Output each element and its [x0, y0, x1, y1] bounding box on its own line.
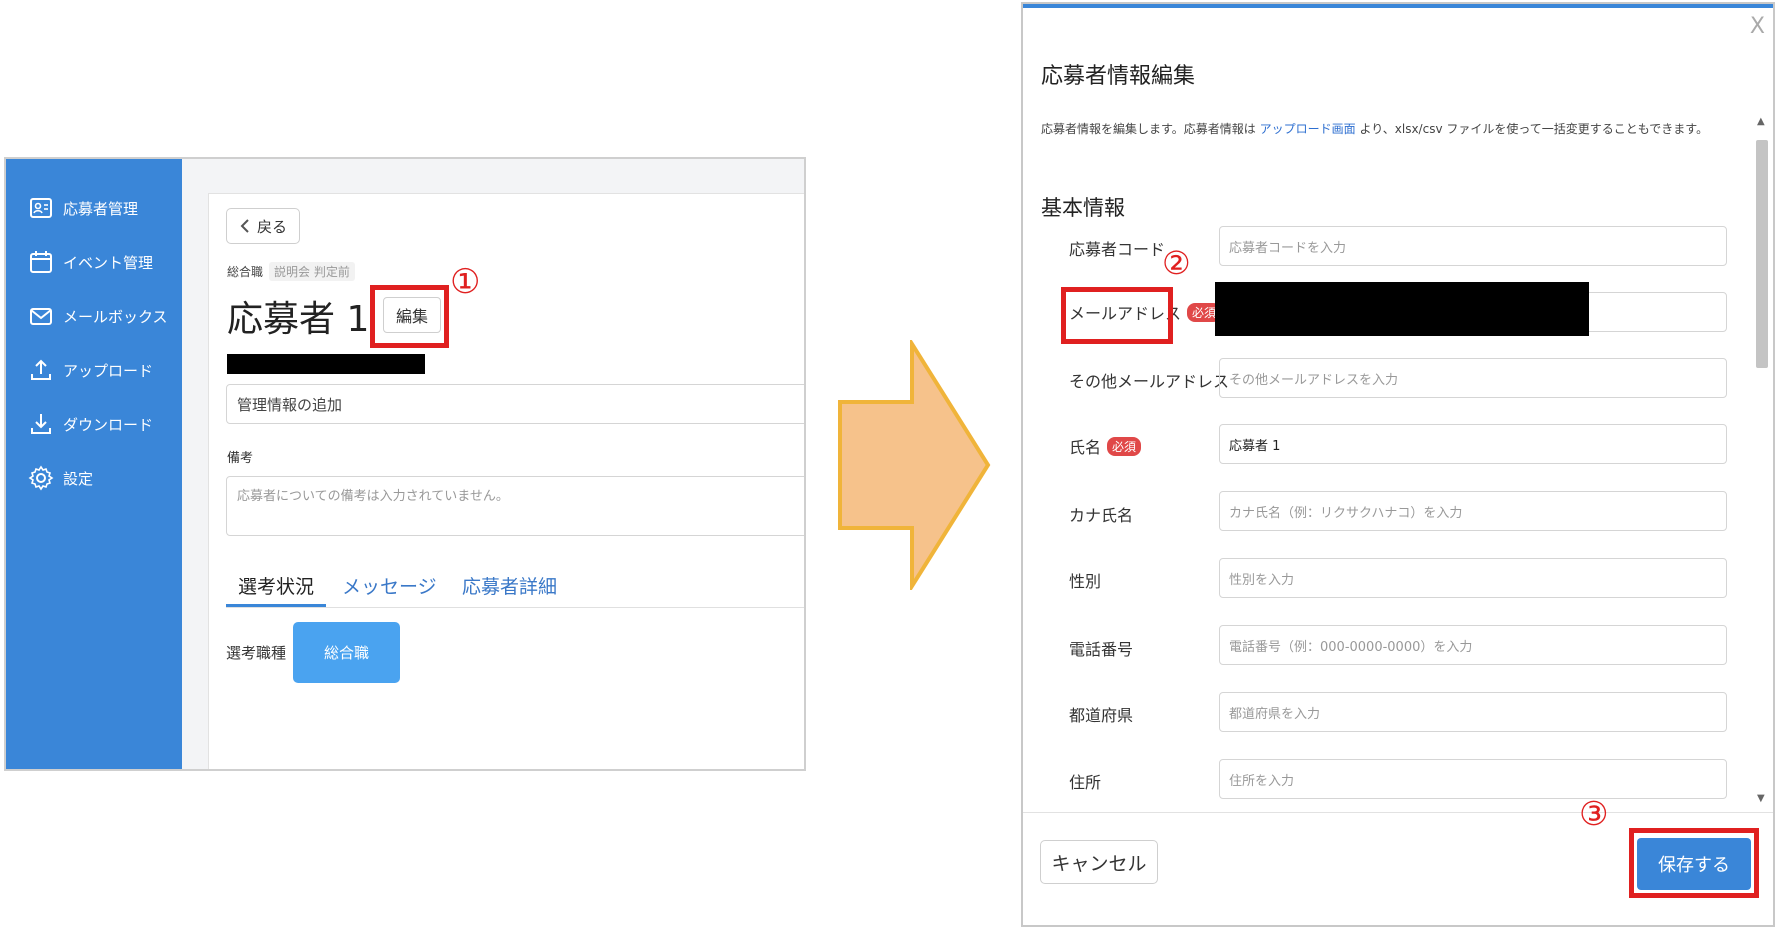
step-1-marker: ① — [450, 262, 481, 302]
section-title: 基本情報 — [1041, 196, 1125, 220]
field-label-text: カナ氏名 — [1069, 506, 1134, 525]
highlight-save-button — [1629, 828, 1759, 898]
field-label-text: 応募者コード — [1069, 240, 1166, 259]
job-tag: 総合職 — [227, 265, 264, 279]
scrollbar[interactable]: ▲ ▼ — [1753, 114, 1771, 804]
applicant-name: 応募者 1 — [227, 299, 370, 340]
gear-icon — [28, 465, 54, 491]
redacted-email — [1215, 282, 1589, 336]
sidebar-item-label: アップロード — [63, 361, 154, 380]
status-tags: 総合職 説明会 判定前 — [227, 262, 355, 281]
phone-input[interactable]: 電話番号（例：000-0000-0000）を入力 — [1219, 625, 1727, 665]
id-card-icon — [30, 198, 52, 218]
other-email-input[interactable]: その他メールアドレスを入力 — [1219, 358, 1727, 398]
field-label-prefecture: 都道府県 — [1069, 702, 1133, 726]
field-label-text: 氏名 — [1069, 438, 1102, 457]
field-label-kana-name: カナ氏名 — [1069, 502, 1133, 526]
job-type-button[interactable]: 総合職 — [293, 622, 400, 683]
sidebar-item-mailbox[interactable]: メールボックス — [28, 302, 168, 330]
close-icon[interactable]: X — [1750, 14, 1765, 39]
desc-text-end: より、xlsx/csv ファイルを使って一括変更することもできます。 — [1359, 122, 1709, 136]
job-type-label: 選考職種 — [226, 644, 287, 662]
sidebar-item-label: イベント管理 — [63, 253, 154, 272]
mgmt-info-input[interactable]: 管理情報の追加 — [226, 384, 804, 424]
modal-title: 応募者情報編集 — [1041, 64, 1196, 89]
desc-text: 応募者情報を編集します。応募者情報は — [1041, 122, 1256, 136]
applicant-card: 戻る 総合職 説明会 判定前 応募者 1 編集 管理情報の追加 備考 応募者につ… — [208, 193, 804, 769]
sidebar-item-label: メールボックス — [63, 307, 168, 326]
modal-footer-divider — [1023, 812, 1773, 813]
highlight-email-label — [1061, 287, 1173, 344]
sidebar-item-label: 応募者管理 — [63, 199, 139, 218]
sidebar: 応募者管理 イベント管理 メールボックス アップロード ダウンロード 設定 — [6, 159, 182, 769]
field-label-text: 住所 — [1069, 773, 1102, 792]
calendar-icon — [30, 251, 52, 273]
redacted-block — [227, 354, 425, 374]
field-label-address: 住所 — [1069, 769, 1101, 793]
field-label-gender: 性別 — [1069, 568, 1101, 592]
step-2-marker: ② — [1162, 244, 1191, 282]
field-label-text: 電話番号 — [1069, 640, 1134, 659]
field-label-text: 都道府県 — [1069, 706, 1134, 725]
tab-active-indicator — [226, 604, 326, 607]
edit-applicant-modal: X 応募者情報編集 応募者情報を編集します。応募者情報は アップロード画面 より… — [1021, 2, 1775, 927]
scroll-down-icon[interactable]: ▼ — [1757, 793, 1765, 804]
field-label-applicant-code: 応募者コード — [1069, 236, 1165, 260]
tab-bar: 選考状況 メッセージ 応募者詳細 — [226, 562, 804, 608]
memo-label: 備考 — [227, 451, 254, 466]
modal-accent-bar — [1023, 4, 1773, 8]
status-badge: 説明会 判定前 — [269, 262, 355, 281]
kana-name-input[interactable]: カナ氏名（例：リクサクハナコ）を入力 — [1219, 491, 1727, 531]
scroll-thumb[interactable] — [1756, 140, 1768, 368]
sidebar-item-applicants[interactable]: 応募者管理 — [28, 194, 138, 222]
gender-input[interactable]: 性別を入力 — [1219, 558, 1727, 598]
download-icon — [31, 414, 51, 434]
back-label: 戻る — [256, 217, 287, 236]
applicant-code-input[interactable]: 応募者コードを入力 — [1219, 226, 1727, 266]
name-input[interactable]: 応募者 1 — [1219, 424, 1727, 464]
right-arrow-icon — [838, 340, 991, 590]
scroll-up-icon[interactable]: ▲ — [1757, 116, 1765, 127]
tab-applicant-details[interactable]: 応募者詳細 — [462, 572, 557, 599]
field-label-phone: 電話番号 — [1069, 636, 1133, 660]
applicant-detail-screenshot: 応募者管理 イベント管理 メールボックス アップロード ダウンロード 設定 戻る — [4, 157, 806, 771]
modal-description: 応募者情報を編集します。応募者情報は アップロード画面 より、xlsx/csv … — [1041, 120, 1708, 137]
required-badge: 必須 — [1107, 436, 1142, 456]
mail-icon — [30, 308, 52, 325]
sidebar-item-events[interactable]: イベント管理 — [28, 248, 153, 276]
sidebar-item-label: 設定 — [63, 469, 94, 488]
tab-selection-status[interactable]: 選考状況 — [238, 572, 314, 599]
address-input[interactable]: 住所を入力 — [1219, 759, 1727, 799]
sidebar-item-settings[interactable]: 設定 — [28, 464, 93, 492]
sidebar-item-download[interactable]: ダウンロード — [28, 410, 153, 438]
step-3-marker: ③ — [1579, 794, 1609, 833]
field-label-other-email: その他メールアドレス — [1069, 368, 1229, 392]
cancel-button[interactable]: キャンセル — [1040, 840, 1158, 884]
field-label-name: 氏名 必須 — [1069, 434, 1142, 458]
memo-input[interactable]: 応募者についての備考は入力されていません。 — [226, 476, 804, 536]
field-label-text: 性別 — [1069, 572, 1102, 591]
field-label-text: その他メールアドレス — [1069, 372, 1230, 391]
sidebar-item-label: ダウンロード — [63, 415, 154, 434]
tab-messages[interactable]: メッセージ — [342, 572, 437, 599]
highlight-edit-button — [370, 285, 449, 348]
chevron-left-icon — [240, 219, 249, 233]
sidebar-item-upload[interactable]: アップロード — [28, 356, 153, 384]
upload-page-link[interactable]: アップロード画面 — [1260, 122, 1356, 136]
prefecture-input[interactable]: 都道府県を入力 — [1219, 692, 1727, 732]
back-button[interactable]: 戻る — [226, 208, 300, 244]
upload-icon — [31, 359, 51, 380]
